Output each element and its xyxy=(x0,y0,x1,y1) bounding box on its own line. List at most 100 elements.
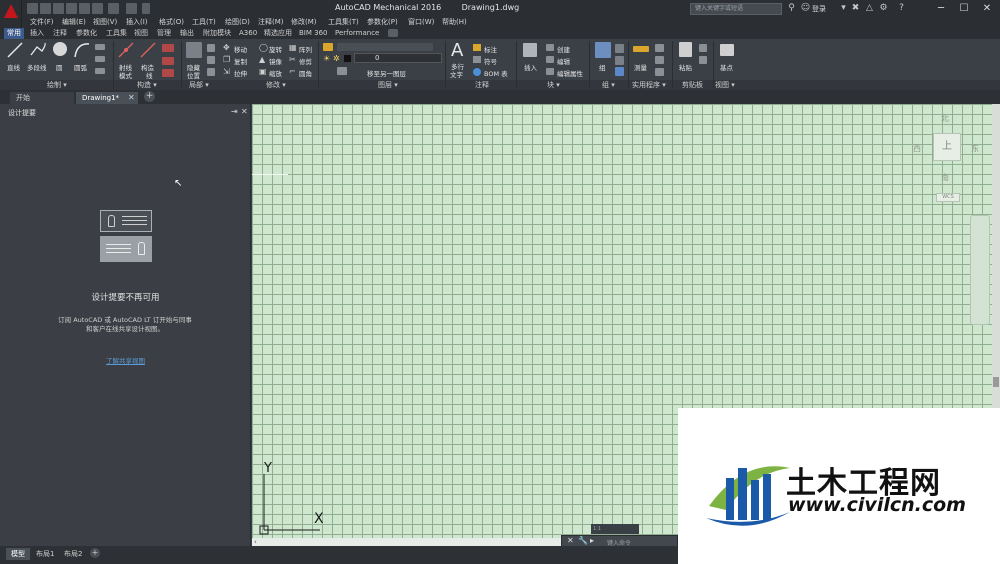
detail-tool-icon[interactable] xyxy=(207,44,215,52)
viewcube-south[interactable]: 南 xyxy=(941,172,949,183)
menu-view[interactable]: 视图(V) xyxy=(93,17,117,28)
move-to-layer-label[interactable]: 移至另一图层 xyxy=(367,68,406,78)
scale-label[interactable]: 缩放 xyxy=(269,68,282,78)
detail-tool-icon[interactable] xyxy=(207,68,215,76)
construction-lines-label[interactable]: 线 xyxy=(146,70,153,80)
color-swatch-icon[interactable] xyxy=(344,55,351,62)
tab-output[interactable]: 输出 xyxy=(177,28,197,39)
array-icon[interactable]: ▦ xyxy=(289,43,297,52)
rotate-icon[interactable]: ◯ xyxy=(259,43,268,52)
tab-start[interactable]: 开始 xyxy=(10,92,74,104)
ribbon-toggle-icon[interactable] xyxy=(388,29,398,37)
circle-icon[interactable] xyxy=(52,41,68,57)
symbol-icon[interactable] xyxy=(473,56,481,63)
menu-dimension[interactable]: 注释(M) xyxy=(258,17,284,28)
command-prompt-icon[interactable]: ▸ xyxy=(590,536,594,545)
edit-label[interactable]: 编辑 xyxy=(557,56,570,66)
dropdown-icon[interactable]: ▾ xyxy=(838,3,849,14)
arc-icon[interactable] xyxy=(73,41,91,59)
user-icon[interactable]: ☺ xyxy=(800,3,811,14)
horizontal-scrollbar[interactable] xyxy=(252,538,561,546)
edit-block-icon[interactable] xyxy=(546,56,554,63)
construction-line-icon[interactable] xyxy=(140,42,156,58)
lightbulb-icon[interactable]: ☀ xyxy=(323,54,330,63)
tab-home[interactable]: 常用 xyxy=(4,28,24,39)
sign-in-link[interactable]: 登录 xyxy=(812,4,826,14)
sun-icon[interactable]: ✲ xyxy=(333,54,340,63)
line-icon[interactable] xyxy=(6,41,24,59)
group-panel-title[interactable]: 组 ▾ xyxy=(602,80,615,90)
view-panel-title[interactable]: 视图 ▾ xyxy=(715,80,735,90)
tab-layout2[interactable]: 布局2 xyxy=(59,548,87,560)
layer-tools-strip[interactable] xyxy=(337,43,433,51)
undo-icon[interactable] xyxy=(92,3,103,14)
menu-tools[interactable]: 工具(T) xyxy=(192,17,216,28)
layer-properties-icon[interactable] xyxy=(323,43,333,51)
viewcube-east[interactable]: 东 xyxy=(971,143,979,154)
text-label[interactable]: 文字 xyxy=(450,69,463,79)
insert-label[interactable]: 插入 xyxy=(524,62,537,72)
shared-views-link[interactable]: 了解共享视图 xyxy=(0,355,251,365)
exchange-icon[interactable]: ✖ xyxy=(850,3,861,14)
open-icon[interactable] xyxy=(40,3,51,14)
detail-panel-title[interactable]: 局部 ▾ xyxy=(189,80,209,90)
stretch-icon[interactable]: ⇲ xyxy=(223,67,230,76)
copy-label[interactable]: 复制 xyxy=(234,56,247,66)
draw-more-icon[interactable] xyxy=(95,68,105,74)
scroll-left-icon[interactable]: ‹ xyxy=(254,538,257,546)
menu-help[interactable]: 帮助(H) xyxy=(442,17,467,28)
construct-tool-icon[interactable] xyxy=(162,44,174,52)
block-panel-title[interactable]: 块 ▾ xyxy=(547,80,560,90)
close-button[interactable]: ✕ xyxy=(976,0,998,17)
utility-tool-icon[interactable] xyxy=(655,44,664,52)
hide-icon[interactable] xyxy=(186,42,202,58)
measure-icon[interactable] xyxy=(633,46,649,52)
group-tool-icon[interactable] xyxy=(615,44,624,53)
menu-toolsets[interactable]: 工具集(T) xyxy=(328,17,359,28)
binoculars-icon[interactable]: ⚲ xyxy=(786,3,797,14)
cut-icon[interactable] xyxy=(699,44,707,52)
search-input[interactable]: 键入关键字或短语 xyxy=(690,3,782,15)
trim-icon[interactable]: ✂ xyxy=(289,55,296,64)
bom-label[interactable]: BOM 表 xyxy=(484,68,508,78)
menu-edit[interactable]: 编辑(E) xyxy=(62,17,86,28)
tab-performance[interactable]: Performance xyxy=(332,28,382,39)
polyline-button-label[interactable]: 多段线 xyxy=(27,62,47,72)
menu-window[interactable]: 窗口(W) xyxy=(408,17,434,28)
edit-attributes-icon[interactable] xyxy=(546,68,554,75)
viewcube-west[interactable]: 西 xyxy=(913,143,921,154)
edit-attributes-label[interactable]: 编辑属性 xyxy=(557,68,583,78)
tab-view[interactable]: 视图 xyxy=(131,28,151,39)
a360-icon[interactable]: △ xyxy=(864,3,875,14)
group-label[interactable]: 组 xyxy=(599,62,606,72)
new-icon[interactable] xyxy=(27,3,38,14)
utility-tool-icon[interactable] xyxy=(655,56,664,64)
dimension-icon[interactable] xyxy=(473,44,481,51)
close-palette-icon[interactable]: ✕ xyxy=(241,107,248,116)
circle-button-label[interactable]: 圆 xyxy=(56,62,63,72)
rectangle-icon[interactable] xyxy=(95,44,105,50)
rotate-label[interactable]: 旋转 xyxy=(269,44,282,54)
detail-tool-icon[interactable] xyxy=(207,56,215,64)
mtext-icon[interactable]: A xyxy=(451,40,463,61)
group-tool-icon[interactable] xyxy=(615,56,624,65)
add-layout-icon[interactable]: + xyxy=(90,548,100,558)
symbol-label[interactable]: 符号 xyxy=(484,56,497,66)
new-tab-icon[interactable]: + xyxy=(144,91,155,102)
plot-icon[interactable] xyxy=(126,3,137,14)
layer-dropdown[interactable]: 0 xyxy=(354,53,442,63)
copy-clip-icon[interactable] xyxy=(699,56,707,64)
layers-panel-title[interactable]: 图层 ▾ xyxy=(378,80,398,90)
save-icon[interactable] xyxy=(53,3,64,14)
tab-addins[interactable]: 附加模块 xyxy=(200,28,234,39)
draw-panel-title[interactable]: 绘制 ▾ xyxy=(47,80,67,90)
tab-model[interactable]: 模型 xyxy=(6,548,30,560)
pin-icon[interactable]: ⇥ xyxy=(231,107,238,116)
move-label[interactable]: 移动 xyxy=(234,44,247,54)
group-icon[interactable] xyxy=(595,42,611,58)
menu-parametric[interactable]: 参数化(P) xyxy=(367,17,398,28)
stretch-label[interactable]: 拉伸 xyxy=(234,68,247,78)
save-as-icon[interactable] xyxy=(66,3,77,14)
group-tool-icon[interactable] xyxy=(615,67,624,76)
scale-icon[interactable]: ▣ xyxy=(259,67,267,76)
